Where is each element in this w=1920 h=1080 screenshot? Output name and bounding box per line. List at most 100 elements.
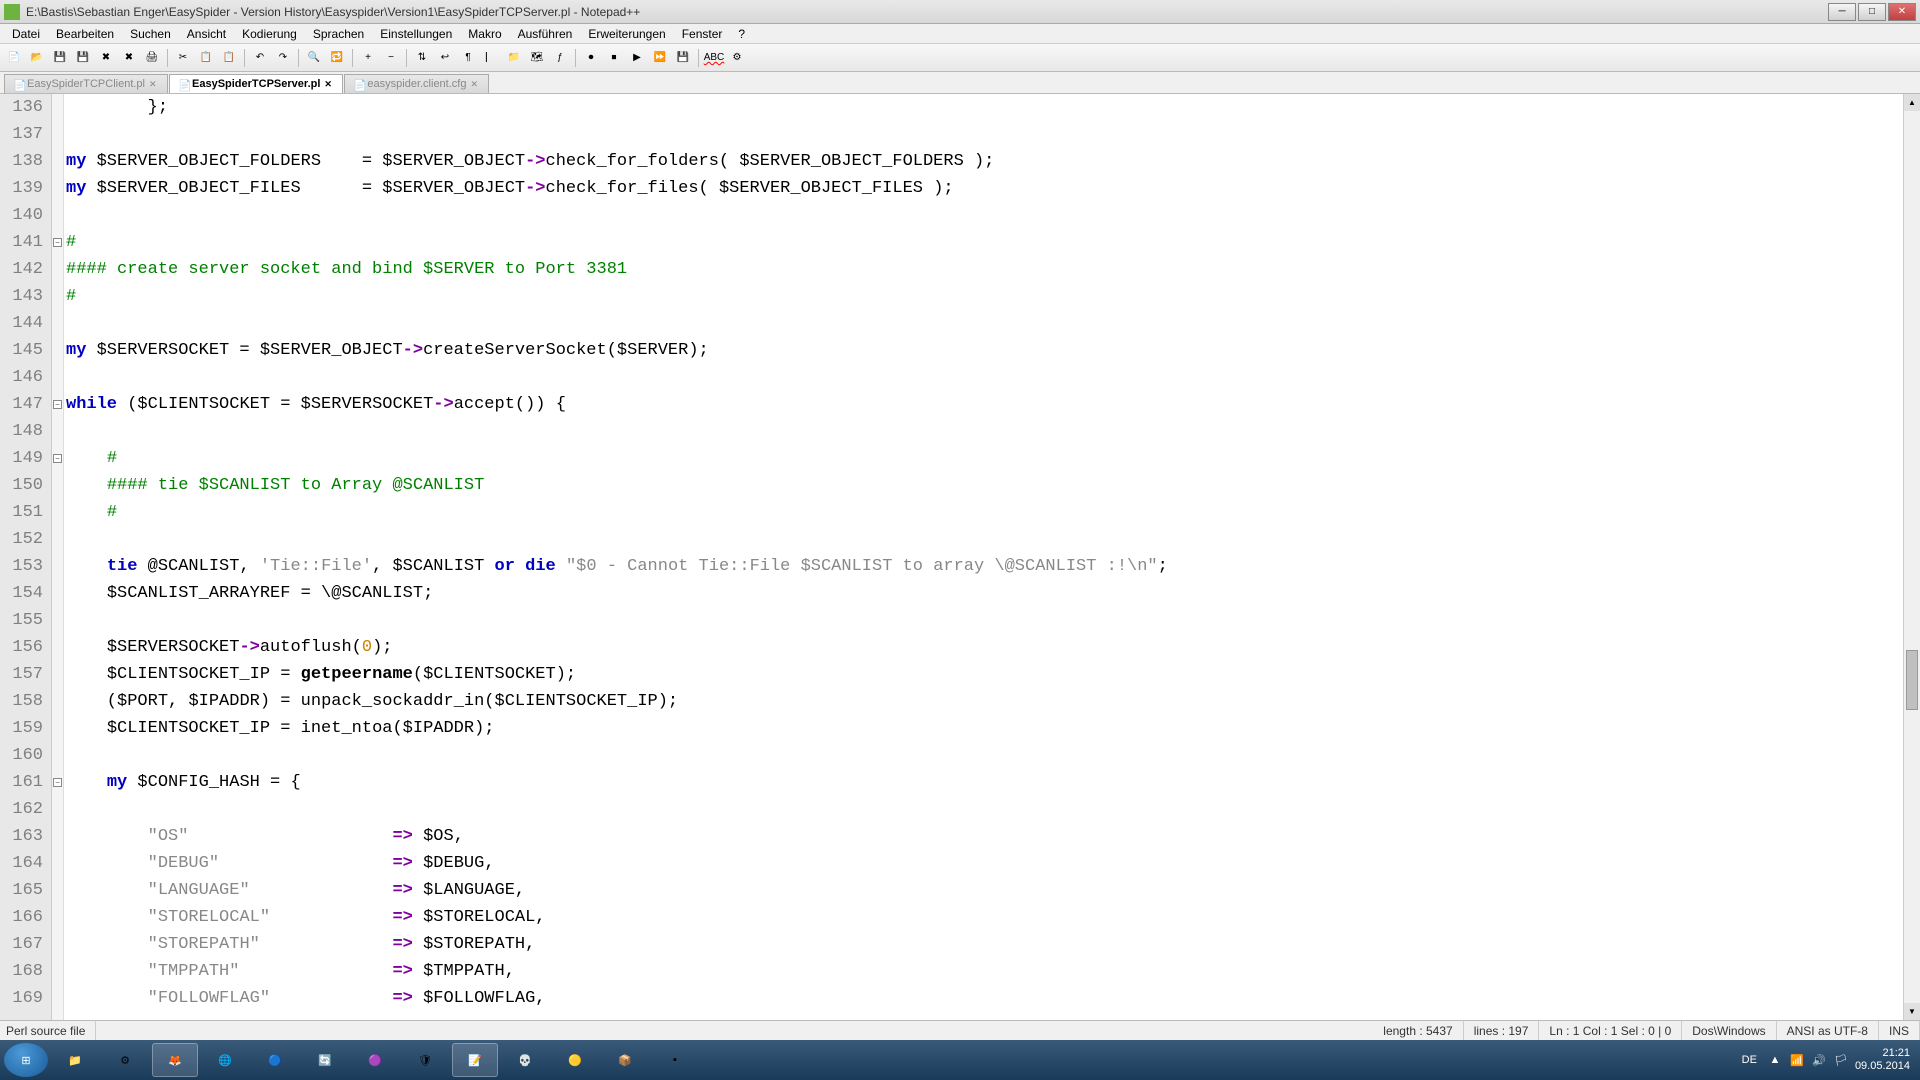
- print-button[interactable]: 🖨: [142, 48, 162, 68]
- tab-close-icon[interactable]: ✕: [324, 79, 334, 89]
- taskbar-app5[interactable]: 💀: [502, 1043, 548, 1077]
- close-button[interactable]: ✕: [1888, 3, 1916, 21]
- taskbar-app4[interactable]: 🛡: [402, 1043, 448, 1077]
- menu-datei[interactable]: Datei: [4, 25, 48, 43]
- code-line[interactable]: #: [66, 283, 1903, 310]
- zoom-out-button[interactable]: −: [381, 48, 401, 68]
- code-line[interactable]: my $SERVER_OBJECT_FILES = $SERVER_OBJECT…: [66, 175, 1903, 202]
- play-macro-button[interactable]: ▶: [627, 48, 647, 68]
- fold-marker[interactable]: −: [53, 454, 62, 463]
- toolbar-extra-button[interactable]: ⚙: [727, 48, 747, 68]
- menu-suchen[interactable]: Suchen: [122, 25, 179, 43]
- code-line[interactable]: "DEBUG" => $DEBUG,: [66, 850, 1903, 877]
- taskbar-notepadpp[interactable]: 📝: [452, 1043, 498, 1077]
- taskbar-app3[interactable]: 🔄: [302, 1043, 348, 1077]
- stop-macro-button[interactable]: ⏹: [604, 48, 624, 68]
- code-line[interactable]: [66, 418, 1903, 445]
- code-line[interactable]: $SERVERSOCKET->autoflush(0);: [66, 634, 1903, 661]
- function-list-button[interactable]: ƒ: [550, 48, 570, 68]
- code-line[interactable]: [66, 364, 1903, 391]
- start-button[interactable]: ⊞: [4, 1043, 48, 1077]
- fold-column[interactable]: −−−−: [52, 94, 64, 1020]
- vertical-scrollbar[interactable]: ▲ ▼: [1903, 94, 1920, 1020]
- code-line[interactable]: #### create server socket and bind $SERV…: [66, 256, 1903, 283]
- undo-button[interactable]: ↶: [250, 48, 270, 68]
- sync-scroll-button[interactable]: ⇅: [412, 48, 432, 68]
- code-line[interactable]: [66, 121, 1903, 148]
- taskbar-app2[interactable]: 🔵: [252, 1043, 298, 1077]
- code-line[interactable]: my $CONFIG_HASH = {: [66, 769, 1903, 796]
- tray-flag-icon[interactable]: 🏳: [1833, 1052, 1849, 1068]
- code-line[interactable]: [66, 526, 1903, 553]
- code-line[interactable]: [66, 607, 1903, 634]
- taskbar-explorer[interactable]: 📁: [52, 1043, 98, 1077]
- code-line[interactable]: };: [66, 94, 1903, 121]
- paste-button[interactable]: 📋: [219, 48, 239, 68]
- code-line[interactable]: "STORELOCAL" => $STORELOCAL,: [66, 904, 1903, 931]
- tab-close-icon[interactable]: ✕: [470, 79, 480, 89]
- scroll-thumb[interactable]: [1906, 650, 1918, 710]
- tray-sound-icon[interactable]: 🔊: [1811, 1052, 1827, 1068]
- code-line[interactable]: "STOREPATH" => $STOREPATH,: [66, 931, 1903, 958]
- spellcheck-button[interactable]: ABC: [704, 48, 724, 68]
- taskbar-app6[interactable]: 🟡: [552, 1043, 598, 1077]
- code-line[interactable]: #: [66, 229, 1903, 256]
- show-all-chars-button[interactable]: ¶: [458, 48, 478, 68]
- fold-marker[interactable]: −: [53, 238, 62, 247]
- code-line[interactable]: ($PORT, $IPADDR) = unpack_sockaddr_in($C…: [66, 688, 1903, 715]
- code-editor[interactable]: }; my $SERVER_OBJECT_FOLDERS = $SERVER_OB…: [64, 94, 1903, 1020]
- code-line[interactable]: "FOLLOWFLAG" => $FOLLOWFLAG,: [66, 985, 1903, 1012]
- tray-clock[interactable]: 21:21 09.05.2014: [1855, 1047, 1910, 1073]
- close-file-button[interactable]: ✖: [96, 48, 116, 68]
- tab-EasySpiderTCPClient-pl[interactable]: 📄EasySpiderTCPClient.pl✕: [4, 74, 168, 93]
- code-line[interactable]: $CLIENTSOCKET_IP = getpeername($CLIENTSO…: [66, 661, 1903, 688]
- close-all-button[interactable]: ✖: [119, 48, 139, 68]
- cut-button[interactable]: ✂: [173, 48, 193, 68]
- scroll-up-arrow[interactable]: ▲: [1904, 94, 1920, 111]
- save-all-button[interactable]: 💾: [73, 48, 93, 68]
- menu-bearbeiten[interactable]: Bearbeiten: [48, 25, 122, 43]
- taskbar-cmd[interactable]: ▪: [652, 1043, 698, 1077]
- menu-kodierung[interactable]: Kodierung: [234, 25, 305, 43]
- menu-?[interactable]: ?: [730, 25, 753, 43]
- record-macro-button[interactable]: ⏺: [581, 48, 601, 68]
- menu-sprachen[interactable]: Sprachen: [305, 25, 372, 43]
- code-line[interactable]: my $SERVER_OBJECT_FOLDERS = $SERVER_OBJE…: [66, 148, 1903, 175]
- replace-button[interactable]: 🔁: [327, 48, 347, 68]
- menu-einstellungen[interactable]: Einstellungen: [372, 25, 460, 43]
- code-line[interactable]: my $SERVERSOCKET = $SERVER_OBJECT->creat…: [66, 337, 1903, 364]
- code-line[interactable]: $CLIENTSOCKET_IP = inet_ntoa($IPADDR);: [66, 715, 1903, 742]
- folder-as-workspace-button[interactable]: 📁: [504, 48, 524, 68]
- tab-EasySpiderTCPServer-pl[interactable]: 📄EasySpiderTCPServer.pl✕: [169, 74, 343, 93]
- wordwrap-button[interactable]: ↩: [435, 48, 455, 68]
- taskbar-firefox[interactable]: 🦊: [152, 1043, 198, 1077]
- scroll-down-arrow[interactable]: ▼: [1904, 1003, 1920, 1020]
- code-line[interactable]: "TMPPATH" => $TMPPATH,: [66, 958, 1903, 985]
- code-line[interactable]: #: [66, 499, 1903, 526]
- taskbar-app7[interactable]: 📦: [602, 1043, 648, 1077]
- open-file-button[interactable]: 📂: [27, 48, 47, 68]
- zoom-in-button[interactable]: +: [358, 48, 378, 68]
- code-line[interactable]: [66, 742, 1903, 769]
- code-line[interactable]: tie @SCANLIST, 'Tie::File', $SCANLIST or…: [66, 553, 1903, 580]
- menu-ausführen[interactable]: Ausführen: [510, 25, 581, 43]
- menu-makro[interactable]: Makro: [460, 25, 509, 43]
- minimize-button[interactable]: ─: [1828, 3, 1856, 21]
- code-line[interactable]: [66, 796, 1903, 823]
- play-multiple-button[interactable]: ⏩: [650, 48, 670, 68]
- taskbar-eclipse[interactable]: 🟣: [352, 1043, 398, 1077]
- taskbar-chrome[interactable]: 🌐: [202, 1043, 248, 1077]
- save-button[interactable]: 💾: [50, 48, 70, 68]
- code-line[interactable]: "OS" => $OS,: [66, 823, 1903, 850]
- code-line[interactable]: #### tie $SCANLIST to Array @SCANLIST: [66, 472, 1903, 499]
- tray-show-hidden-icon[interactable]: ▲: [1767, 1052, 1783, 1068]
- menu-erweiterungen[interactable]: Erweiterungen: [580, 25, 673, 43]
- indent-guide-button[interactable]: ⎸: [481, 48, 501, 68]
- code-line[interactable]: [66, 310, 1903, 337]
- find-button[interactable]: 🔍: [304, 48, 324, 68]
- doc-map-button[interactable]: 🗺: [527, 48, 547, 68]
- code-line[interactable]: [66, 202, 1903, 229]
- menu-ansicht[interactable]: Ansicht: [179, 25, 234, 43]
- new-file-button[interactable]: 📄: [4, 48, 24, 68]
- menu-fenster[interactable]: Fenster: [674, 25, 731, 43]
